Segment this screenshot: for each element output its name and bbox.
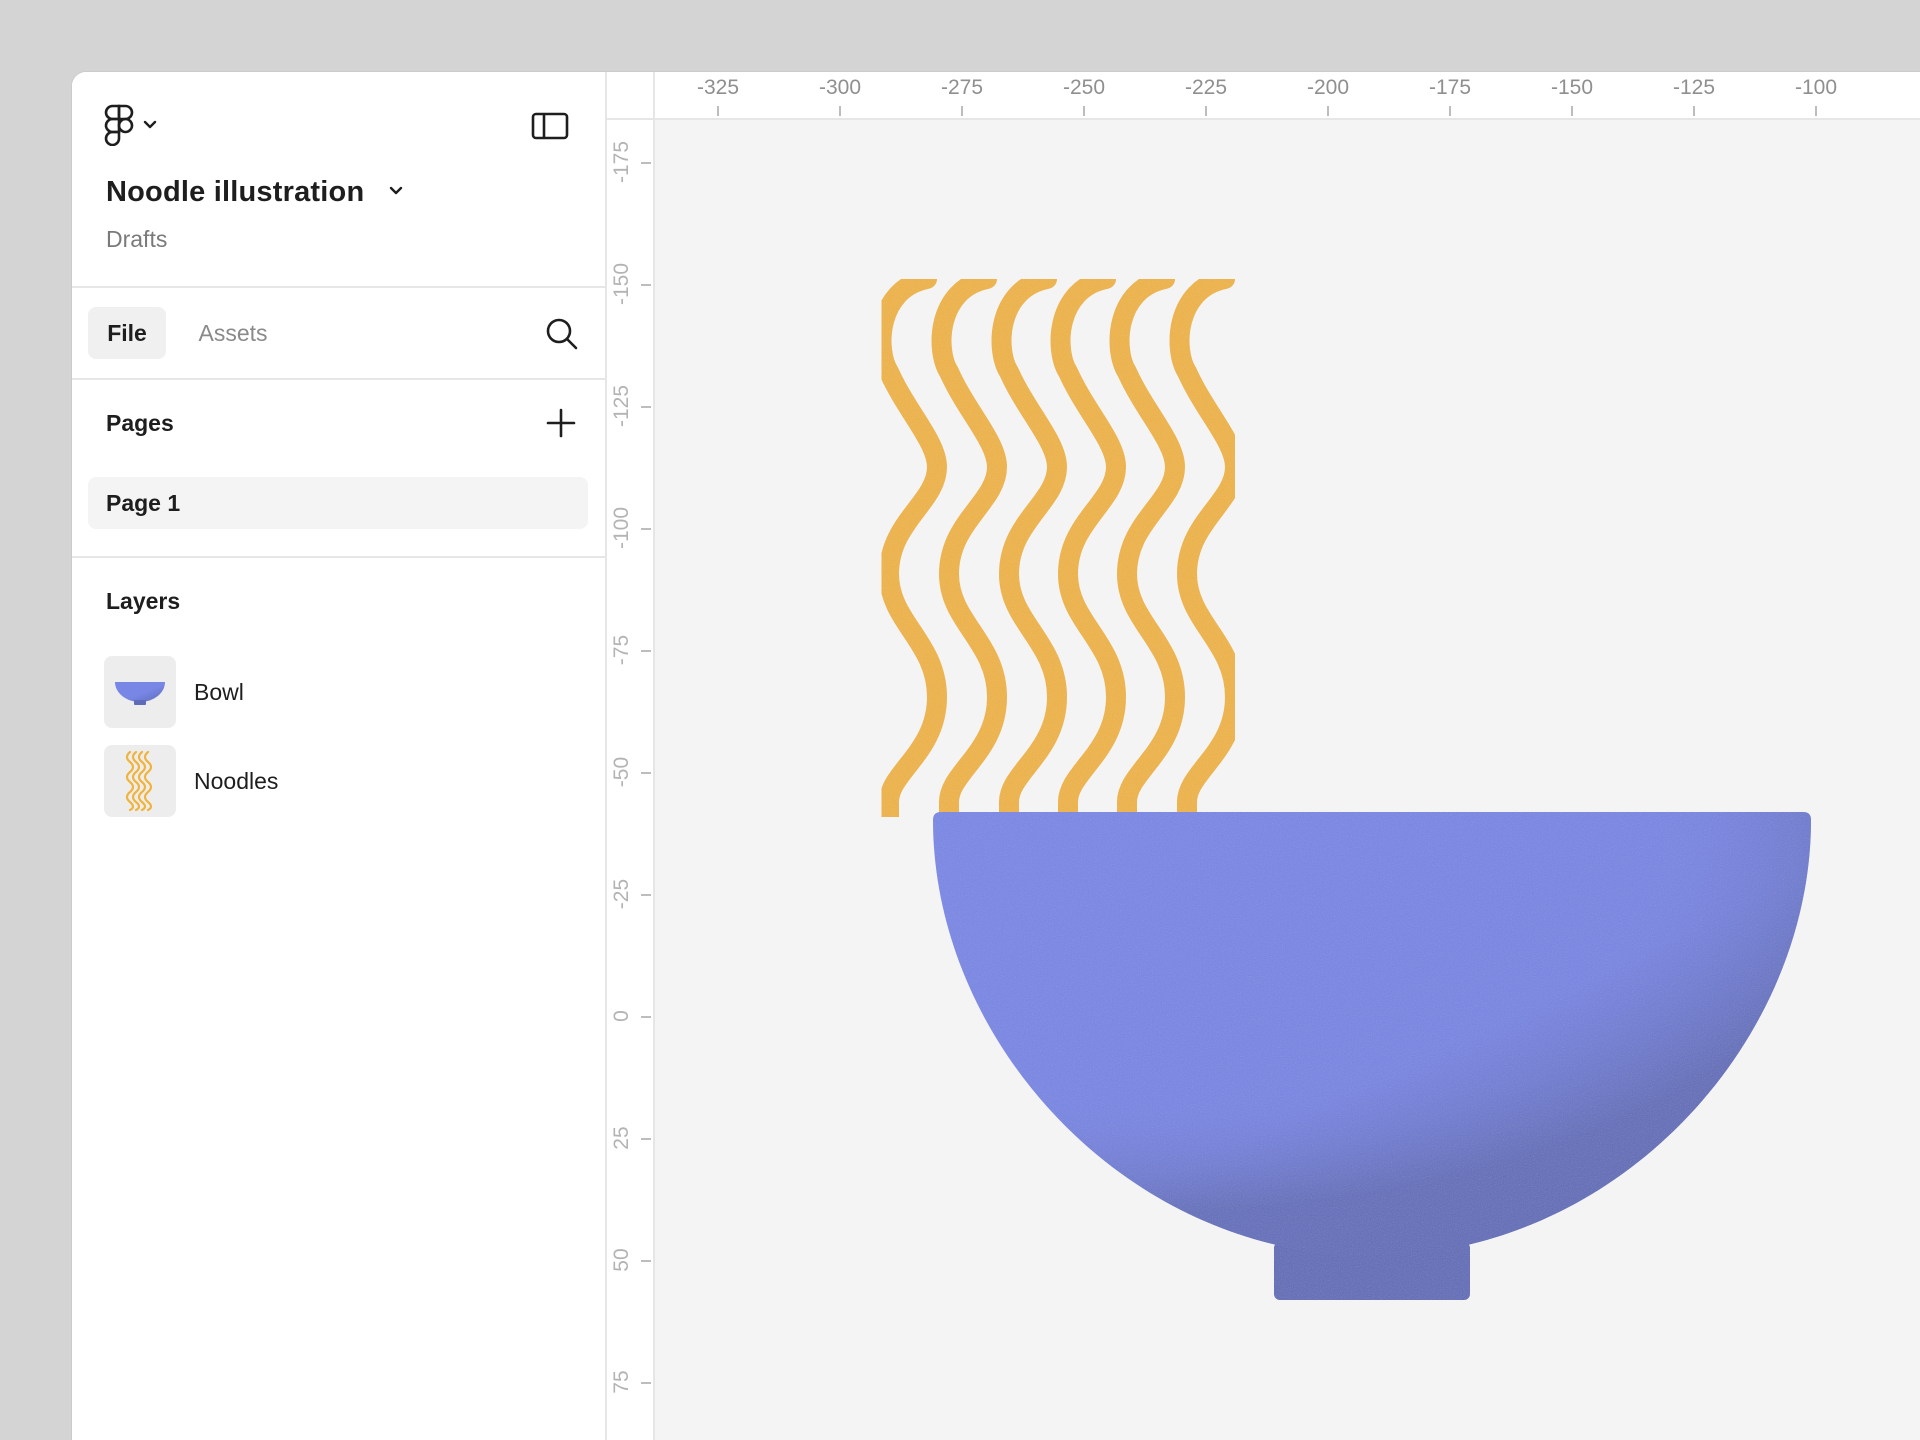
bowl-thumbnail-icon	[104, 656, 176, 728]
ruler-tick-label: -325	[696, 76, 740, 99]
layers-section-title: Layers	[106, 588, 181, 614]
ruler-tick	[641, 894, 651, 896]
ruler-tick-label: 50	[610, 1248, 633, 1272]
horizontal-ruler[interactable]: -325 -300 -275 -250 -225 -200 -175 -150 -125 -100	[607, 72, 1920, 120]
noodle-strand	[1050, 269, 1127, 827]
ruler-tick	[641, 650, 651, 652]
ruler-tick-label: 75	[610, 1370, 633, 1394]
app-window: Noodle illustration Drafts File Assets P…	[72, 72, 1920, 1440]
ruler-tick-label: -75	[610, 634, 633, 666]
ruler-tick-label: -275	[940, 76, 984, 99]
ruler-tick	[641, 1382, 651, 1384]
noodles-layer	[871, 269, 1246, 827]
file-title: Noodle illustration	[106, 176, 365, 208]
layer-row-bowl[interactable]: Bowl	[104, 656, 574, 728]
noodle-strand	[1109, 269, 1186, 827]
noodle-strand	[1169, 269, 1246, 827]
noodle-strand	[871, 269, 948, 827]
ruler-tick-label: -225	[1184, 76, 1228, 99]
main-menu-button[interactable]	[104, 102, 176, 152]
ruler-tick-label: -50	[610, 756, 633, 788]
ruler-tick	[839, 106, 841, 116]
chevron-down-icon	[142, 118, 158, 136]
ruler-tick	[1205, 106, 1207, 116]
ruler-tick	[1449, 106, 1451, 116]
ruler-tick-label: -125	[610, 384, 633, 428]
noodle-strand	[991, 269, 1068, 827]
ruler-tick	[641, 1138, 651, 1140]
noodles-thumbnail-icon	[104, 745, 176, 817]
tab-assets[interactable]: Assets	[178, 307, 288, 359]
search-button[interactable]	[544, 316, 580, 352]
sidebar-toggle-button[interactable]	[530, 108, 570, 144]
left-sidebar: Noodle illustration Drafts File Assets P…	[72, 72, 607, 1440]
pages-section-title: Pages	[106, 410, 174, 436]
ruler-tick	[641, 772, 651, 774]
ruler-tick-label: 0	[610, 1010, 633, 1022]
ruler-tick-label: -150	[610, 262, 633, 306]
ruler-tick-label: -200	[1306, 76, 1350, 99]
ruler-tick-label: -175	[1428, 76, 1472, 99]
vertical-ruler[interactable]: -175 -150 -125 -100 -75 -50 -25 0 25 50 75	[607, 72, 655, 1440]
ruler-tick	[641, 406, 651, 408]
ruler-tick-label: 25	[610, 1126, 633, 1150]
ruler-tick-label: -100	[610, 506, 633, 550]
ruler-tick-label: -125	[1672, 76, 1716, 99]
illustration-artwork[interactable]	[607, 72, 1920, 1440]
ruler-tick	[641, 162, 651, 164]
ruler-tick	[641, 1016, 651, 1018]
bowl-layer	[933, 812, 1811, 1300]
ruler-tick-label: -150	[1550, 76, 1594, 99]
ruler-tick-label: -175	[610, 140, 633, 184]
ruler-tick	[1083, 106, 1085, 116]
chevron-down-icon	[388, 184, 404, 202]
ruler-tick	[1693, 106, 1695, 116]
canvas[interactable]: -325 -300 -275 -250 -225 -200 -175 -150 -125 -100…	[607, 72, 1920, 1440]
ruler-tick-label: -300	[818, 76, 862, 99]
plus-icon	[544, 408, 578, 444]
ruler-tick-label: -100	[1794, 76, 1838, 99]
layer-name: Bowl	[194, 678, 244, 705]
divider	[72, 378, 605, 380]
figma-logo-icon	[104, 104, 134, 151]
ruler-tick	[641, 284, 651, 286]
file-title-menu[interactable]: Noodle illustration	[106, 176, 404, 209]
add-page-button[interactable]	[544, 406, 578, 440]
ruler-tick	[641, 528, 651, 530]
page-item[interactable]: Page 1	[88, 477, 588, 529]
noodle-strand	[931, 269, 1008, 827]
ruler-tick	[641, 1260, 651, 1262]
ruler-tick	[1327, 106, 1329, 116]
ruler-tick	[1815, 106, 1817, 116]
ruler-tick	[961, 106, 963, 116]
file-location[interactable]: Drafts	[106, 226, 167, 253]
ruler-tick	[1571, 106, 1573, 116]
sidebar-toggle-icon	[530, 112, 570, 148]
tab-file[interactable]: File	[88, 307, 166, 359]
ruler-tick	[717, 106, 719, 116]
layer-row-noodles[interactable]: Noodles	[104, 745, 574, 817]
search-icon	[544, 318, 580, 356]
ruler-tick-label: -25	[610, 878, 633, 910]
layer-name: Noodles	[194, 767, 279, 794]
ruler-corner	[607, 72, 655, 120]
divider	[72, 286, 605, 288]
divider	[72, 556, 605, 558]
ruler-tick-label: -250	[1062, 76, 1106, 99]
